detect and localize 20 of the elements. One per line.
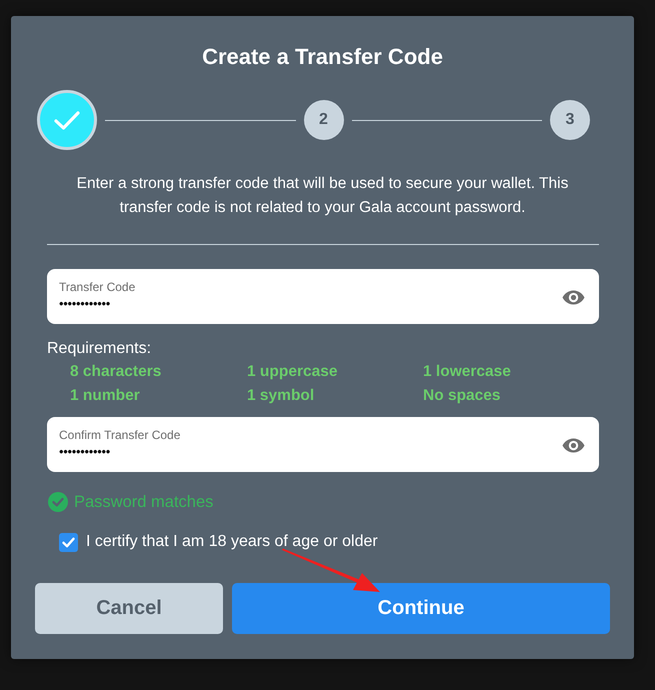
requirement-item: 8 characters [70, 362, 162, 382]
confirm-code-field[interactable]: Confirm Transfer Code •••••••••••• [47, 417, 599, 472]
step-number: 2 [304, 100, 344, 140]
requirement-item: 1 symbol [247, 386, 314, 406]
checkbox[interactable] [59, 532, 78, 552]
certify-label: I certify that I am 18 years of age or older [86, 532, 378, 552]
requirement-item: No spaces [423, 386, 501, 406]
cancel-button[interactable]: Cancel [35, 583, 223, 634]
dialog-title: Create a Transfer Code [202, 44, 443, 70]
match-status-text: Password matches [74, 492, 214, 512]
continue-button[interactable]: Continue [232, 583, 610, 634]
requirement-item: 1 lowercase [423, 362, 511, 382]
eye-icon[interactable] [562, 290, 585, 305]
requirement-item: 1 uppercase [247, 362, 338, 382]
eye-icon[interactable] [562, 438, 585, 453]
step-number: 3 [550, 100, 590, 140]
requirement-item: 1 number [70, 386, 140, 406]
transfer-code-field[interactable]: Transfer Code •••••••••••• [47, 269, 599, 324]
description-text: Enter a strong transfer code that will be used to secure your wallet. This transfer code is not related to your Gala account password. [76, 174, 570, 218]
requirements-title: Requirements: [47, 339, 152, 359]
